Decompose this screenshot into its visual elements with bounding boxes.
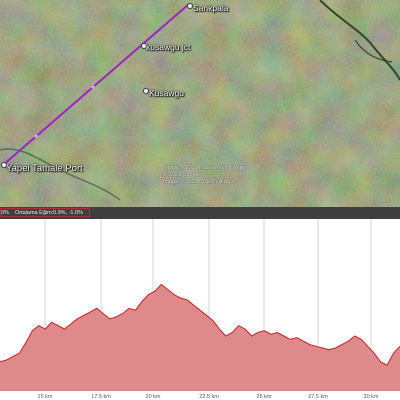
- elevation-chart[interactable]: [0, 219, 400, 391]
- elevation-area: [0, 284, 400, 391]
- place-label-kusawgu[interactable]: Kusawgu: [149, 88, 184, 98]
- imagery-attribution: Image © 2021 Maxar Technologies © 2021 G…: [163, 165, 248, 186]
- place-label-sankpala[interactable]: Sankpala: [193, 3, 228, 13]
- attribution-line: Image © 2021 CNES / Airbus: [163, 179, 235, 185]
- place-label-kusawgu-jct[interactable]: kusawgu jct: [146, 42, 190, 52]
- attribution-line: Image © 2021 Maxar Technologies: [163, 165, 248, 171]
- distance-tick-label: 15 km: [37, 394, 53, 400]
- elevation-profile-panel[interactable]: 0% Ortalama Eğim: 0.9%, -1.0% 15 km 17.5 …: [0, 207, 400, 400]
- distance-tick-label: 17.5 km: [91, 394, 111, 400]
- average-slope-label: Ortalama Eğim:: [15, 210, 54, 216]
- average-slope-value: 0.9%, -1.0%: [53, 210, 83, 216]
- profile-stats-bar: 0% Ortalama Eğim: 0.9%, -1.0%: [0, 207, 400, 219]
- distance-tick-label: 27.5 km: [308, 394, 328, 400]
- place-label-yapei[interactable]: Yapei Tamale Port: [6, 163, 83, 174]
- attribution-line: © 2021 Google: [163, 172, 201, 178]
- distance-tick-label: 22.5 km: [199, 394, 219, 400]
- stats-left-value: 0%: [1, 210, 9, 216]
- satellite-map[interactable]: Sankpala kusawgu jct Kusawgu Yapei Tamal…: [0, 0, 400, 207]
- distance-tick-label: 30 km: [363, 394, 379, 400]
- distance-tick-label: 25 km: [256, 394, 272, 400]
- distance-tick-label: 20 km: [145, 394, 161, 400]
